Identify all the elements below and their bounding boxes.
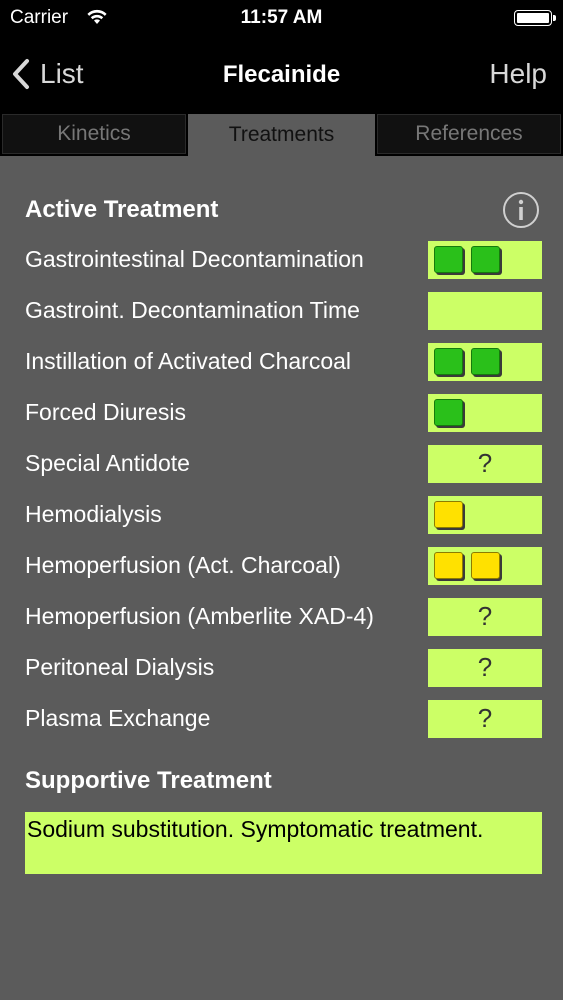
page-title: Flecainide bbox=[222, 61, 341, 88]
unknown-rating-mark: ? bbox=[477, 448, 493, 478]
treatment-indicator bbox=[428, 496, 542, 534]
treatment-row-label: Gastroint. Decontamination Time bbox=[25, 297, 360, 323]
treatment-indicator: ? bbox=[428, 649, 542, 687]
status-time: 11:57 AM bbox=[240, 7, 323, 28]
treatment-indicator bbox=[428, 547, 542, 585]
tab-treatments[interactable]: Treatments bbox=[188, 114, 375, 156]
treatment-indicator: ? bbox=[428, 598, 542, 636]
info-icon[interactable] bbox=[502, 191, 540, 229]
supportive-treatment-heading: Supportive Treatment bbox=[25, 767, 272, 794]
green-rating-square bbox=[434, 246, 463, 273]
green-rating-square bbox=[471, 246, 500, 273]
treatment-indicator bbox=[428, 343, 542, 381]
status-bar: Carrier 11:57 AM bbox=[0, 0, 563, 36]
green-rating-square bbox=[471, 348, 500, 375]
treatment-row-label: Gastrointestinal Decontamination bbox=[25, 246, 364, 272]
treatment-row-label: Peritoneal Dialysis bbox=[25, 654, 215, 680]
treatment-indicator: ? bbox=[428, 700, 542, 738]
help-button[interactable]: Help bbox=[489, 58, 547, 90]
battery-icon bbox=[514, 10, 556, 26]
yellow-rating-square bbox=[434, 552, 463, 579]
treatment-indicator bbox=[428, 394, 542, 432]
unknown-rating-mark: ? bbox=[477, 601, 493, 631]
yellow-rating-square bbox=[471, 552, 500, 579]
treatment-indicator: ? bbox=[428, 445, 542, 483]
green-rating-square bbox=[434, 399, 463, 426]
unknown-rating-mark: ? bbox=[477, 652, 493, 682]
treatment-row-label: Hemodialysis bbox=[25, 501, 162, 527]
treatment-row-label: Forced Diuresis bbox=[25, 399, 187, 425]
treatment-indicator bbox=[428, 241, 542, 279]
tab-references[interactable]: References bbox=[377, 114, 561, 154]
tab-kinetics[interactable]: Kinetics bbox=[2, 114, 186, 154]
treatment-row-label: Hemoperfusion (Act. Charcoal) bbox=[25, 552, 341, 578]
unknown-rating-mark: ? bbox=[477, 703, 493, 733]
active-treatment-heading: Active Treatment bbox=[25, 196, 219, 223]
green-rating-square bbox=[434, 348, 463, 375]
treatment-row-label: Plasma Exchange bbox=[25, 705, 211, 731]
segmented-tabs: Kinetics Treatments References bbox=[0, 112, 563, 156]
treatment-row-label: Instillation of Activated Charcoal bbox=[25, 348, 352, 374]
treatment-indicator bbox=[428, 292, 542, 330]
yellow-rating-square bbox=[434, 501, 463, 528]
supportive-treatment-text: Sodium substitution. Symptomatic treatme… bbox=[25, 812, 542, 874]
treatment-row-label: Hemoperfusion (Amberlite XAD-4) bbox=[25, 603, 374, 629]
treatment-row-label: Special Antidote bbox=[25, 450, 190, 476]
navigation-bar: List Flecainide Help bbox=[0, 36, 563, 112]
